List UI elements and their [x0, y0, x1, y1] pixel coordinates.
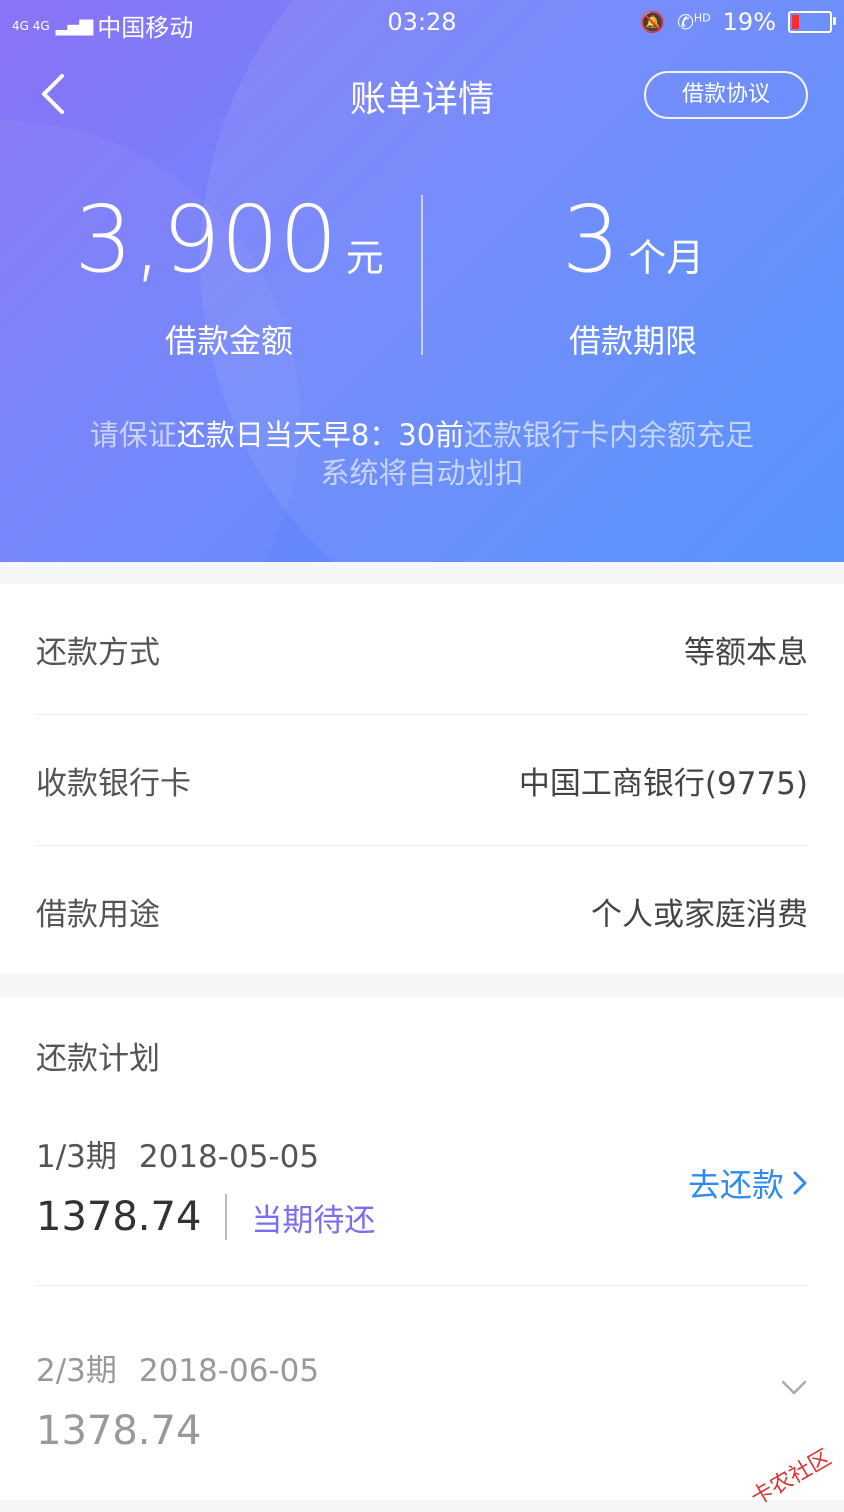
loan-amount-unit: 元: [345, 236, 384, 280]
hd-call-icon: ✆HD: [677, 10, 711, 34]
row-value: 等额本息: [684, 634, 808, 671]
row-label: 借款用途: [36, 896, 160, 933]
bell-muted-icon: 🔕: [640, 10, 666, 34]
installment-status: 当期待还: [251, 1202, 376, 1239]
loan-term-value: 3: [561, 186, 621, 293]
installment-amount: 1378.74: [36, 1408, 202, 1454]
battery-icon: [788, 11, 836, 33]
row-value: 个人或家庭消费: [591, 896, 808, 933]
bill-header: 4G 4G ▂▄▆ 中国移动 03:28 🔕 ✆HD 19% 账单详情 借款协议…: [0, 0, 844, 562]
installment-period: 2/3期: [36, 1353, 117, 1389]
notice-line2: 系统将自动划扣: [320, 456, 524, 490]
installment-date: 2018-06-05: [138, 1353, 320, 1389]
loan-purpose-row: 借款用途 个人或家庭消费: [36, 846, 808, 976]
divider: [225, 1194, 228, 1240]
chevron-right-icon: [793, 1171, 807, 1195]
loan-term-caption: 借款期限: [568, 322, 697, 360]
row-label: 还款方式: [36, 634, 160, 671]
chevron-down-icon: [781, 1380, 807, 1395]
notice-text: 请保证: [89, 418, 177, 452]
installment-period: 1/3期: [36, 1139, 117, 1175]
loan-info-card: 还款方式 等额本息 收款银行卡 中国工商银行(9775) 借款用途 个人或家庭消…: [0, 584, 844, 974]
battery-percent: 19%: [722, 8, 776, 36]
installment-item[interactable]: 2/3期 2018-06-05 1378.74: [36, 1345, 808, 1454]
go-repay-link[interactable]: 去还款: [688, 1160, 808, 1206]
installment-amount: 1378.74: [36, 1194, 202, 1240]
installment-date: 2018-05-05: [138, 1139, 320, 1175]
repayment-notice: 请保证还款日当天早8：30前还款银行卡内余额充足 系统将自动划扣: [0, 416, 844, 492]
loan-amount-value: 3,900: [74, 186, 338, 293]
divider: [36, 1285, 808, 1286]
notice-highlight: 还款日当天早8：30前: [176, 418, 465, 452]
nav-bar: 账单详情 借款协议: [0, 50, 844, 140]
repayment-plan-card: 还款计划 1/3期 2018-05-05 1378.74 当期待还 2/3期 201…: [0, 997, 844, 1500]
notice-text: 还款银行卡内余额充足: [464, 418, 755, 452]
row-label: 收款银行卡: [36, 765, 191, 802]
loan-term-block: 3 个月 借款期限: [422, 190, 844, 362]
status-bar: 4G 4G ▂▄▆ 中国移动 03:28 🔕 ✆HD 19%: [0, 0, 844, 46]
loan-agreement-button[interactable]: 借款协议: [644, 71, 808, 119]
repayment-method-row: 还款方式 等额本息: [36, 584, 808, 714]
loan-amount-block: 3,900 元 借款金额: [18, 190, 440, 362]
bank-card-row: 收款银行卡 中国工商银行(9775): [36, 715, 808, 845]
loan-term-unit: 个月: [628, 236, 705, 280]
plan-title: 还款计划: [36, 1041, 160, 1077]
go-repay-label: 去还款: [687, 1166, 784, 1204]
expand-button[interactable]: [780, 1378, 808, 1398]
loan-amount-caption: 借款金额: [164, 322, 293, 360]
row-value: 中国工商银行(9775): [518, 765, 808, 802]
